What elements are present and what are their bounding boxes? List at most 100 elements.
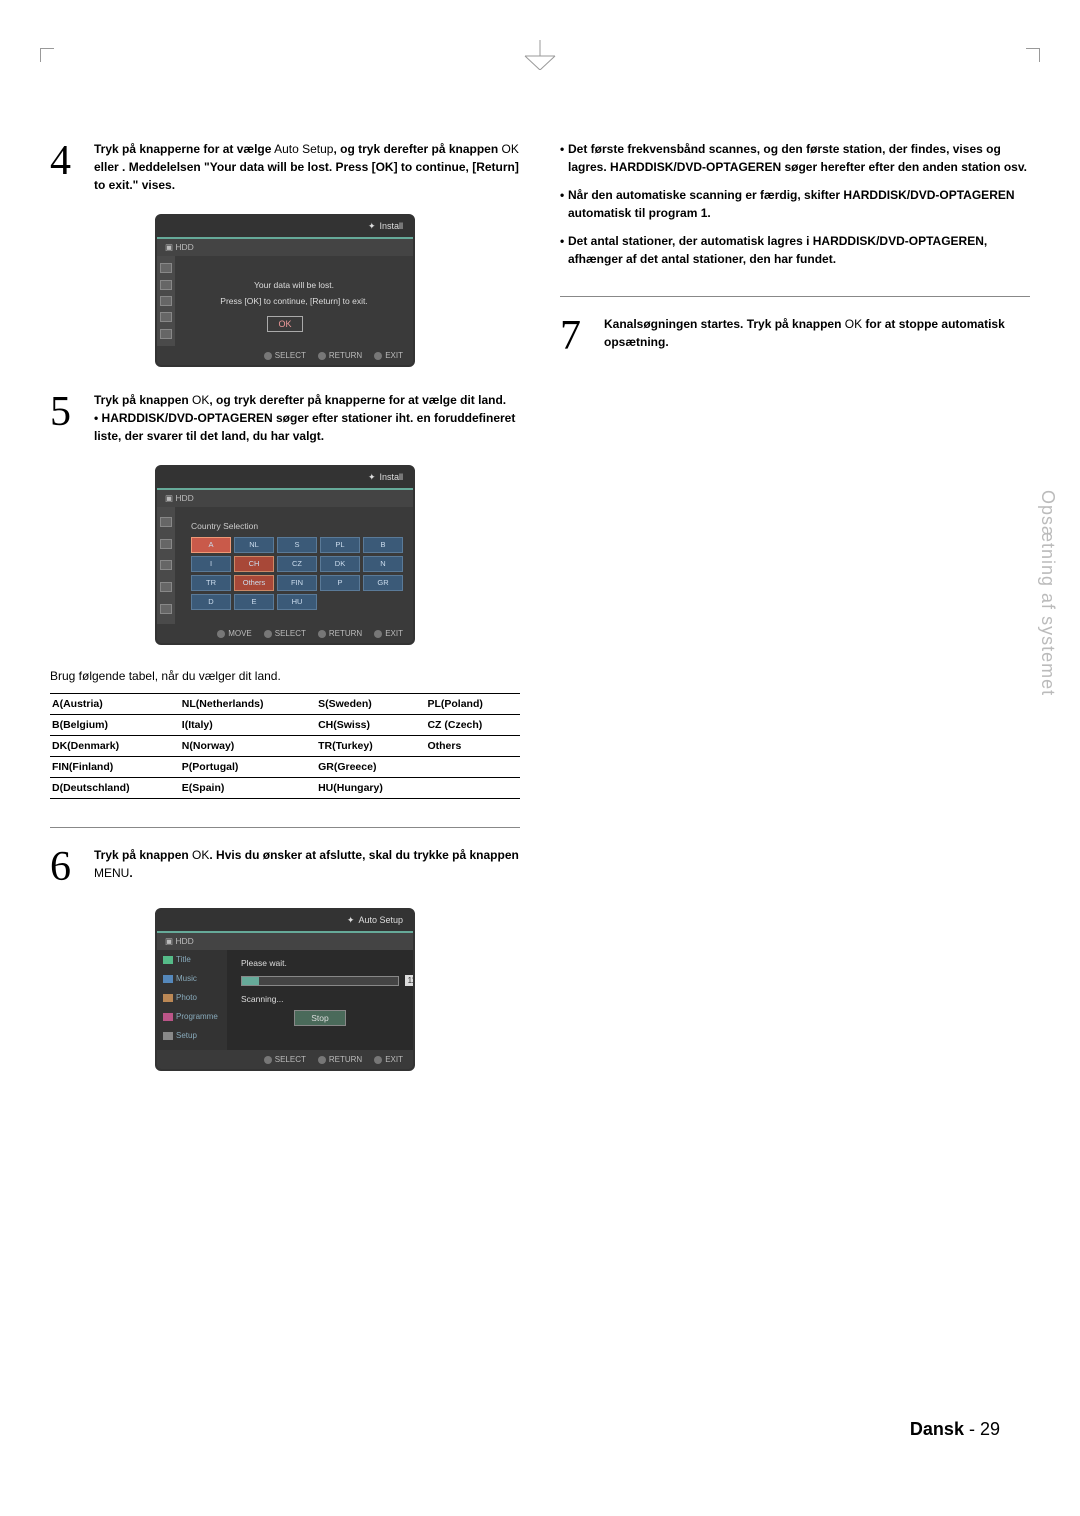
country-cell: D [191, 594, 231, 610]
crop-mark-top [515, 40, 565, 70]
header-tag: Install [379, 472, 403, 483]
country-grid: A NL S PL B I CH CZ DK N TR Others FIN P [167, 531, 403, 616]
side-tab: Opsætning af systemet [1037, 490, 1058, 696]
step-number: 5 [50, 391, 84, 445]
ok-label: OK [502, 142, 519, 156]
progress-bar: 11% [241, 976, 399, 986]
text: Tryk på knapperne [94, 142, 200, 156]
step-text: Tryk på knapperne for at vælge Auto Setu… [94, 140, 520, 194]
footer-move: MOVE [217, 629, 252, 638]
step-text: Kanalsøgningen startes. Tryk på knappen … [604, 315, 1030, 357]
setup-body: Title Music Photo Programme Setup Please… [157, 950, 413, 1050]
step-number: 6 [50, 846, 84, 888]
hdd-tag: ▣ HDD [157, 237, 413, 256]
country-cell: B [363, 537, 403, 553]
setup-sidebar: Title Music Photo Programme Setup [157, 950, 227, 1050]
country-cell: DK [320, 556, 360, 572]
country-table: A(Austria)NL(Netherlands)S(Sweden)PL(Pol… [50, 693, 520, 799]
stop-button: Stop [294, 1010, 346, 1026]
ss-header: ✦Install [157, 467, 413, 488]
warning-line-1: Your data will be lost. [185, 280, 403, 290]
cell: TR(Turkey) [316, 736, 425, 757]
step-6: 6 Tryk på knappen OK. Hvis du ønsker at … [50, 846, 520, 888]
cell: DK(Denmark) [50, 736, 180, 757]
cell: A(Austria) [50, 694, 180, 715]
country-cell: A [191, 537, 231, 553]
right-column: Det første frekvensbånd scannes, og den … [560, 140, 1030, 1095]
please-wait-text: Please wait. [241, 958, 399, 968]
cell: CZ (Czech) [425, 715, 520, 736]
country-cell: NL [234, 537, 274, 553]
country-cell: Others [234, 575, 274, 591]
divider [560, 296, 1030, 297]
header-tag: Install [379, 221, 403, 232]
step-text: Tryk på knappen OK. Hvis du ønsker at af… [94, 846, 520, 888]
country-cell: HU [277, 594, 317, 610]
cell [425, 778, 520, 799]
screenshot-auto-setup: ✦Auto Setup ▣ HDD Title Music Photo Prog… [155, 908, 415, 1071]
country-cell: I [191, 556, 231, 572]
sidebar-music: Music [157, 969, 227, 988]
cell: FIN(Finland) [50, 757, 180, 778]
text: . [129, 866, 132, 880]
menu-label: MENU [94, 866, 129, 880]
footer-exit: EXIT [374, 629, 403, 638]
auto-setup-label: Auto Setup [274, 142, 333, 156]
cell: I(Italy) [180, 715, 316, 736]
country-cell: E [234, 594, 274, 610]
text: Tryk på knappen [94, 848, 189, 862]
country-cell: FIN [277, 575, 317, 591]
screenshot-country-selection: ✦Install ▣ HDD Country Selection A NL S … [155, 465, 415, 645]
footer-language: Dansk [910, 1419, 964, 1439]
left-column: 4 Tryk på knapperne for at vælge Auto Se… [50, 140, 520, 1095]
scanning-text: Scanning... [241, 994, 399, 1004]
country-cell: CZ [277, 556, 317, 572]
table-caption: Brug følgende tabel, når du vælger dit l… [50, 669, 520, 683]
country-cell: N [363, 556, 403, 572]
bullet-2: Når den automatiske scanning er færdig, … [560, 186, 1030, 222]
screenshot-install-warning: ✦Install ▣ HDD Your data will be lost. P… [155, 214, 415, 367]
sidebar-setup: Setup [157, 1026, 227, 1045]
cell: B(Belgium) [50, 715, 180, 736]
divider [50, 827, 520, 828]
ss-body: Country Selection A NL S PL B I CH CZ DK… [157, 507, 413, 624]
crop-mark-right [1026, 48, 1040, 62]
footer-return: RETURN [318, 1055, 362, 1064]
country-selection-title: Country Selection [167, 517, 403, 531]
progress-wrap: 11% [241, 976, 399, 986]
step-5: 5 Tryk på knappen OK, og tryk derefter p… [50, 391, 520, 445]
manual-page: 4 Tryk på knapperne for at vælge Auto Se… [0, 0, 1080, 1516]
sidebar-programme: Programme [157, 1007, 227, 1026]
cell: HU(Hungary) [316, 778, 425, 799]
bullet-text: • HARDDISK/DVD-OPTAGEREN søger efter sta… [94, 411, 515, 443]
step-text: Tryk på knappen OK, og tryk derefter på … [94, 391, 520, 445]
footer-exit: EXIT [374, 351, 403, 360]
info-bullets: Det første frekvensbånd scannes, og den … [560, 140, 1030, 268]
bullet-1: Det første frekvensbånd scannes, og den … [560, 140, 1030, 176]
content-columns: 4 Tryk på knapperne for at vælge Auto Se… [50, 140, 1030, 1095]
text: eller [94, 160, 122, 174]
ss-sidebar [157, 507, 175, 624]
cell [425, 757, 520, 778]
cell: D(Deutschland) [50, 778, 180, 799]
footer-select: SELECT [264, 351, 306, 360]
progress-fill [242, 977, 259, 985]
page-footer: Dansk - 29 [910, 1419, 1000, 1440]
header-tag: Auto Setup [358, 915, 403, 926]
cell: S(Sweden) [316, 694, 425, 715]
ok-label: OK [192, 393, 209, 407]
footer-return: RETURN [318, 629, 362, 638]
crop-mark-left [40, 48, 54, 62]
cell: CH(Swiss) [316, 715, 425, 736]
country-cell: S [277, 537, 317, 553]
country-cell: GR [363, 575, 403, 591]
text: for at vælge [203, 142, 271, 156]
text: , og tryk derefter på knapperne [209, 393, 385, 407]
cell: N(Norway) [180, 736, 316, 757]
cell: GR(Greece) [316, 757, 425, 778]
text: . Meddelelsen "Your data will be lost. P… [94, 160, 519, 192]
ss-footer: SELECT RETURN EXIT [157, 1050, 413, 1069]
footer-page-number: 29 [980, 1419, 1000, 1439]
text: Tryk på knappen [94, 393, 189, 407]
step-number: 7 [560, 315, 594, 357]
